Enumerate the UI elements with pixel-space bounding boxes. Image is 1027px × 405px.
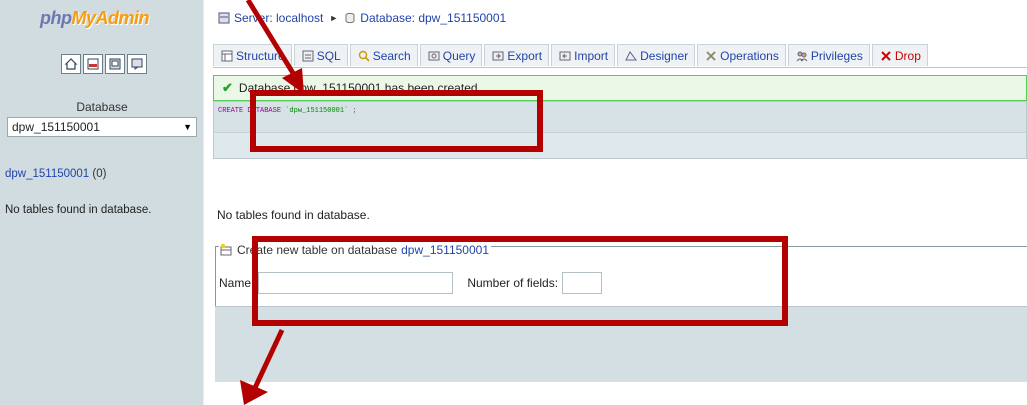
tab-query[interactable]: Query <box>419 44 483 66</box>
main-frame: Server: localhost ► Database: dpw_151150… <box>205 0 1027 405</box>
database-select-value: dpw_151150001 <box>12 120 100 134</box>
tab-export[interactable]: Export <box>484 44 550 66</box>
tab-drop[interactable]: Drop <box>871 44 928 66</box>
query-window-icon[interactable] <box>105 54 125 74</box>
breadcrumb: Server: localhost ► Database: dpw_151150… <box>218 11 506 25</box>
checkmark-icon: ✔ <box>222 80 233 95</box>
export-icon <box>492 51 504 60</box>
sql-query-icon[interactable] <box>83 54 103 74</box>
tab-sql[interactable]: SQL <box>293 44 348 66</box>
tab-designer[interactable]: Designer <box>617 44 696 66</box>
database-icon <box>345 12 355 24</box>
docs-icon[interactable] <box>127 54 147 74</box>
database-tree-item: dpw_151150001 (0) <box>5 168 106 180</box>
annotation-box-sql <box>250 90 543 152</box>
navigation-frame: phpMyAdmin Database dpw_151150001 ▼ dpw_… <box>0 0 204 405</box>
no-tables-text: No tables found in database. <box>217 208 370 222</box>
left-no-tables-text: No tables found in database. <box>5 204 152 216</box>
annotation-box-create-table <box>252 236 788 326</box>
tab-structure[interactable]: Structure <box>213 44 292 66</box>
tab-operations[interactable]: Operations <box>697 44 786 66</box>
designer-icon <box>625 50 638 60</box>
tab-bar-divider <box>213 67 1027 68</box>
operations-icon <box>706 50 716 61</box>
new-table-icon <box>220 243 232 256</box>
query-icon <box>428 51 440 60</box>
import-icon <box>559 51 571 60</box>
tab-bar: Structure SQL Search Query Export Import… <box>213 44 930 66</box>
quick-access-icons <box>61 54 147 74</box>
database-select[interactable]: dpw_151150001 ▼ <box>7 117 197 137</box>
breadcrumb-separator-icon: ► <box>329 13 339 23</box>
search-icon <box>358 50 370 62</box>
database-label: Database <box>76 100 128 114</box>
structure-icon <box>221 50 233 61</box>
tab-privileges[interactable]: Privileges <box>787 44 870 66</box>
database-link[interactable]: dpw_151150001 <box>5 168 89 180</box>
name-label: Name: <box>219 276 255 290</box>
sql-icon <box>302 50 314 61</box>
tab-import[interactable]: Import <box>551 44 616 66</box>
home-icon[interactable] <box>61 54 81 74</box>
table-count: (0) <box>92 168 107 180</box>
privileges-icon <box>796 51 808 61</box>
phpmyadmin-logo[interactable]: phpMyAdmin <box>40 8 149 29</box>
breadcrumb-server[interactable]: Server: localhost <box>234 11 323 25</box>
phpmyadmin-window: phpMyAdmin Database dpw_151150001 ▼ dpw_… <box>0 0 1027 405</box>
chevron-down-icon: ▼ <box>183 122 192 132</box>
tab-search[interactable]: Search <box>349 44 418 66</box>
breadcrumb-database[interactable]: Database: dpw_151150001 <box>360 11 506 25</box>
server-icon <box>218 12 230 24</box>
drop-icon <box>881 50 891 61</box>
